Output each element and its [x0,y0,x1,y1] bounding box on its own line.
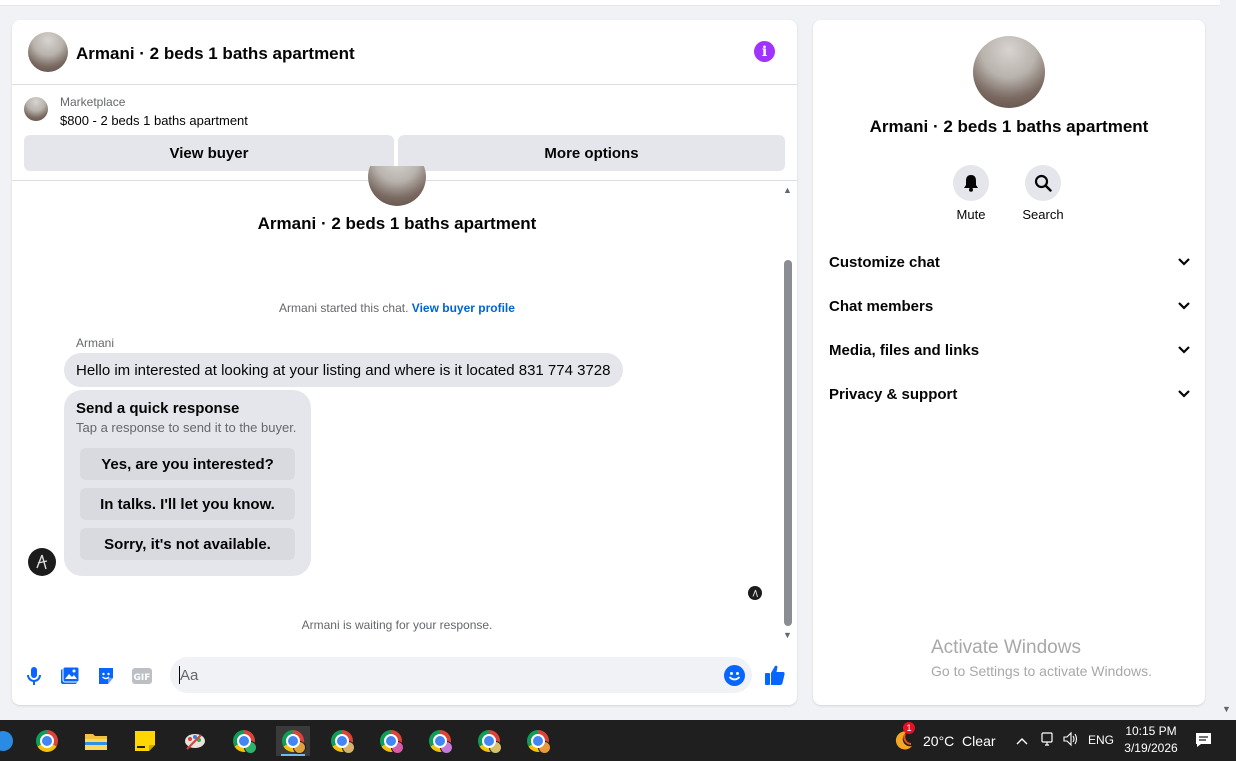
message-input[interactable] [170,657,752,693]
notification-icon[interactable] [1195,732,1212,753]
chrome-profile-icon[interactable] [423,726,457,756]
chat-scroll-thumb[interactable] [784,260,792,626]
message-bubble[interactable]: Hello im interested at looking at your l… [64,353,623,387]
more-options-button[interactable]: More options [398,135,785,171]
search-action[interactable]: Search [1003,165,1083,222]
media-files-links-row[interactable]: Media, files and links [829,338,1191,362]
row-label: Privacy & support [829,385,958,403]
quick-response-subtitle: Tap a response to send it to the buyer. [76,420,297,435]
mute-action[interactable]: Mute [931,165,1011,222]
listing-summary[interactable]: $800 - 2 beds 1 baths apartment [60,113,248,128]
thumbs-up-icon[interactable] [763,663,787,687]
customize-chat-row[interactable]: Customize chat [829,250,1191,274]
window-scrollbar[interactable] [1220,0,1236,720]
speaker-icon[interactable] [1062,731,1080,752]
chat-header-title[interactable]: Armani · 2 beds 1 baths apartment [76,44,355,64]
chrome-profile-icon[interactable] [276,726,310,756]
chrome-profile-icon[interactable] [325,726,359,756]
chrome-profile-icon[interactable] [374,726,408,756]
clock-time[interactable]: 10:15 PM [1124,724,1178,738]
chevron-down-icon [1178,258,1190,266]
chevron-up-icon[interactable] [1015,733,1029,751]
text-caret [179,666,180,684]
quick-response-button[interactable]: Sorry, it's not available. [80,528,295,560]
row-label: Customize chat [829,253,940,271]
chevron-down-icon [1178,346,1190,354]
chat-started-text: Armani started this chat. [279,301,409,315]
info-avatar[interactable] [973,36,1045,108]
chevron-down-icon [1178,390,1190,398]
chrome-profile-icon[interactable] [521,726,555,756]
app-circle-icon [0,731,13,751]
privacy-support-row[interactable]: Privacy & support [829,382,1191,406]
clock-date[interactable]: 3/19/2026 [1122,741,1180,755]
scroll-up-arrow[interactable]: ▲ [783,185,792,195]
chevron-down-icon [1178,302,1190,310]
header-divider [12,84,797,85]
quick-response-button[interactable]: Yes, are you interested? [80,448,295,480]
top-strip [0,0,1220,6]
mute-label: Mute [956,207,986,222]
search-label: Search [1022,207,1064,222]
pinned-app-icon[interactable] [0,726,20,756]
chat-started-notice: Armani started this chat. View buyer pro… [12,301,782,315]
bell-icon[interactable] [953,165,989,201]
sticker-icon[interactable] [95,665,117,687]
window-scroll-down-arrow[interactable]: ▼ [1222,704,1231,714]
buyer-avatar-glyph [36,554,48,570]
row-label: Chat members [829,297,934,315]
file-explorer-icon[interactable] [79,726,113,756]
chrome-profile-icon[interactable] [472,726,506,756]
chat-info-panel: Armani · 2 beds 1 baths apartment Mute S… [813,20,1205,705]
quick-response-card: Send a quick response Tap a response to … [64,390,311,576]
emoji-icon[interactable] [724,665,745,686]
weather-badge: 1 [903,722,915,734]
language-indicator[interactable]: ENG [1088,733,1114,747]
info-icon[interactable]: i [754,41,775,62]
chat-panel: Armani · 2 beds 1 baths apartment i Mark… [12,20,797,705]
seen-receipt-avatar [748,586,762,600]
weather-text[interactable]: 20°C Clear [923,733,996,749]
gallery-icon[interactable] [59,665,81,687]
marketplace-label: Marketplace [60,95,126,109]
thread-avatar-image [368,166,426,206]
chrome-icon[interactable] [30,726,64,756]
chrome-profile-icon[interactable] [227,726,261,756]
taskbar: 1 20°C Clear ENG 10:15 PM 3/19/2026 [0,720,1236,761]
chat-members-row[interactable]: Chat members [829,294,1191,318]
paint-icon[interactable] [178,726,212,756]
seen-receipt-glyph [752,589,758,597]
view-buyer-button[interactable]: View buyer [24,135,394,171]
thread-title: Armani · 2 beds 1 baths apartment [257,214,537,233]
gif-icon[interactable]: GIF [131,665,153,687]
listing-thumbnail[interactable] [24,97,48,121]
search-icon[interactable] [1025,165,1061,201]
waiting-notice: Armani is waiting for your response. [301,618,493,632]
sender-name: Armani [76,336,115,350]
row-label: Media, files and links [829,341,980,359]
thread-avatar [368,166,426,206]
scroll-down-arrow[interactable]: ▼ [783,630,792,640]
activate-windows-title: Activate Windows [931,637,1081,658]
info-title: Armani · 2 beds 1 baths apartment [869,117,1149,136]
microphone-icon[interactable] [23,665,45,687]
svg-text:GIF: GIF [134,673,151,683]
weather-icon[interactable]: 1 [892,722,915,750]
quick-response-title: Send a quick response [76,400,240,417]
activate-windows-subtitle: Go to Settings to activate Windows. [931,663,1152,679]
sticky-notes-icon[interactable] [128,726,162,756]
chat-header-avatar[interactable] [28,32,68,72]
quick-response-button[interactable]: In talks. I'll let you know. [80,488,295,520]
view-buyer-profile-link[interactable]: View buyer profile [412,301,515,315]
buyer-avatar[interactable] [28,548,56,576]
network-icon[interactable] [1040,731,1054,752]
